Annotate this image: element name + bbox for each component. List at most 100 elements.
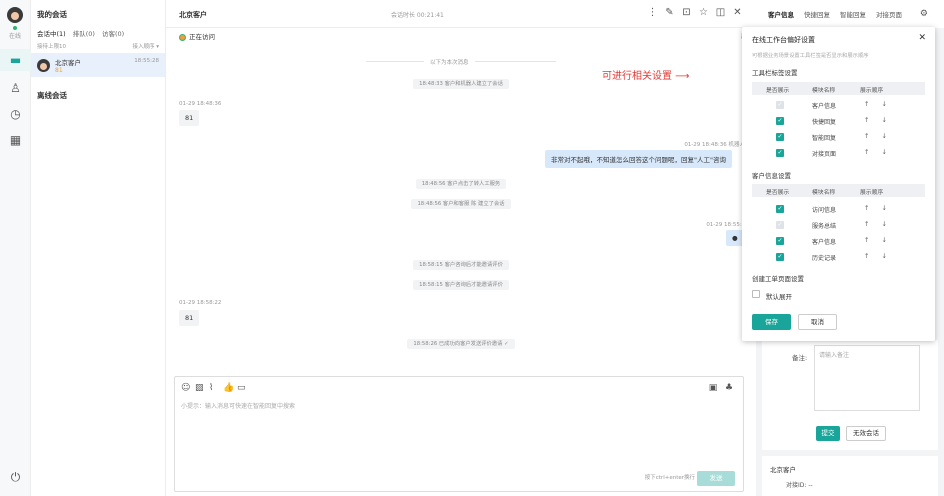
checkbox-checked[interactable]: ✓ xyxy=(776,253,784,261)
default-expand-checkbox[interactable] xyxy=(752,290,760,298)
save-button[interactable]: 保存 xyxy=(752,314,791,330)
online-status-label[interactable]: 在线 xyxy=(0,31,30,40)
lock-icon[interactable]: ⊡ xyxy=(678,7,695,18)
tab-smart-reply[interactable]: 智能回复 xyxy=(840,9,866,19)
system-message: 18:58:15 客户咨询后才能邀请评价 xyxy=(166,260,756,270)
module-name: 客户信息 xyxy=(812,239,837,246)
header-order: 展示顺序 xyxy=(860,190,884,196)
user-icon[interactable]: ♙ xyxy=(0,77,31,99)
list-subheader: 接待上限10 接入顺序 ▾ xyxy=(37,42,159,50)
quick-reply-icon[interactable]: ▣ xyxy=(705,383,721,393)
attachment-icon[interactable]: ⌇ xyxy=(209,383,223,393)
star-icon[interactable]: ☆ xyxy=(695,7,712,18)
preferences-popup: 在线工作台偏好设置 ✕ 可根据业务场景设置工具栏签是否显示和展示顺序 工具栏标签… xyxy=(742,27,935,341)
checkbox-checked[interactable]: ✓ xyxy=(776,117,784,125)
chat-title: 北京客户 xyxy=(179,11,207,19)
tab-in-session[interactable]: 会话中(1) xyxy=(37,28,66,38)
clock-icon[interactable]: ◷ xyxy=(0,103,31,125)
header-actions: ⋮ ✎ ⊡ ☆ ◫ ✕ xyxy=(644,7,746,18)
customer-info-settings-title: 客户信息设置 xyxy=(752,172,791,180)
checkbox-checked[interactable]: ✓ xyxy=(776,205,784,213)
order-arrows-icon[interactable]: ↑ ↓ xyxy=(864,148,892,156)
cancel-button[interactable]: 取消 xyxy=(798,314,837,330)
invalid-session-button[interactable]: 无效会话 xyxy=(846,426,886,441)
chat-icon[interactable]: ▬ xyxy=(0,49,31,71)
message-input-box[interactable]: ☺ ▨ ⌇ 👍 ▭ ▣ ♣ 小提示：输入消息可快速在智能回复中搜索 按下ctrl… xyxy=(174,376,744,492)
header-module: 模块名称 xyxy=(812,88,836,94)
conversation-item[interactable]: 北京客户 81 18:55:28 xyxy=(31,53,165,77)
sort-order-dropdown[interactable]: 接入顺序 ▾ xyxy=(132,42,159,50)
order-arrows-icon[interactable]: ↑ ↓ xyxy=(864,220,892,228)
tab-connect-page[interactable]: 对接页面 xyxy=(876,9,902,19)
table-header: 是否展示 模块名称 展示顺序 xyxy=(752,184,925,197)
order-arrows-icon[interactable]: ↑ ↓ xyxy=(864,132,892,140)
table-row: ✓ 对接页面 ↑ ↓ xyxy=(752,146,925,161)
module-name: 访问信息 xyxy=(812,207,837,214)
send-button[interactable]: 发送 xyxy=(697,471,735,486)
reception-limit: 接待上限10 xyxy=(37,44,66,50)
customer-info-box: 北京客户 对接ID: -- xyxy=(762,456,938,496)
close-icon[interactable]: ✕ xyxy=(918,33,926,43)
system-message-text: 18:58:15 客户咨询后才能邀请评价 xyxy=(413,280,509,290)
order-arrows-icon[interactable]: ↑ ↓ xyxy=(864,252,892,260)
close-icon[interactable]: ✕ xyxy=(729,7,746,18)
robot-icon[interactable]: ♣ xyxy=(721,383,737,393)
power-icon[interactable]: ⏻ xyxy=(0,466,31,488)
module-name: 历史记录 xyxy=(812,255,837,262)
customer-message: 81 xyxy=(179,310,200,326)
settings-gear-icon[interactable]: ⚙ xyxy=(920,9,928,19)
toolbar-tab-settings-title: 工具栏标签设置 xyxy=(752,69,798,77)
my-sessions-title: 我的会话 xyxy=(37,10,67,19)
order-arrows-icon[interactable]: ↑ ↓ xyxy=(864,100,892,108)
visiting-status[interactable]: 正在访问 xyxy=(179,31,215,41)
image-icon[interactable]: ▨ xyxy=(195,383,209,393)
offline-sessions-title[interactable]: 离线会话 xyxy=(37,90,165,101)
system-message: 18:48:56 客户点击了转人工服务 xyxy=(166,179,756,189)
chat-header: 北京客户 会话时长 00:21:41 ⋮ ✎ ⊡ ☆ ◫ ✕ xyxy=(166,0,756,28)
system-message-text: 18:58:26 已成功向客户发送评价邀请 ✓ xyxy=(407,339,515,349)
customer-message: 81 xyxy=(179,110,200,126)
edit-icon[interactable]: ✎ xyxy=(661,7,678,18)
submit-button[interactable]: 提交 xyxy=(816,426,840,441)
tab-queue[interactable]: 排队(0) xyxy=(73,28,95,38)
message-time: 01-29 18:48:36 xyxy=(179,101,222,107)
session-duration: 会话时长 00:21:41 xyxy=(391,12,444,19)
annotation-callout: 可进行相关设置 ⟶ xyxy=(602,71,690,82)
system-message: 18:48:56 客户和客服 陈 建立了会话 xyxy=(166,199,756,209)
ticket-page-settings-title: 创建工单页面设置 xyxy=(752,275,804,283)
order-arrows-icon[interactable]: ↑ ↓ xyxy=(864,204,892,212)
robot-message: 非常对不起哦，不知道怎么回答这个问题呢，回复"人工"咨询 xyxy=(545,150,732,168)
emoji-icon[interactable]: ☺ xyxy=(181,383,195,393)
customer-id: 对接ID: -- xyxy=(786,482,813,489)
app-root: 在线 ▬ ♙ ◷ ▦ ⏻ 我的会话 会话中(1) 排队(0) 访客(0) 接待上… xyxy=(0,0,944,496)
apps-icon[interactable]: ▦ xyxy=(0,129,31,151)
screenshot-icon[interactable]: ▭ xyxy=(237,383,251,393)
popup-title: 在线工作台偏好设置 xyxy=(752,36,815,44)
module-name: 客户信息 xyxy=(812,103,837,110)
order-arrows-icon[interactable]: ↑ ↓ xyxy=(864,236,892,244)
send-shortcut-hint: 按下ctrl+enter换行 xyxy=(644,475,695,481)
module-name: 服务总结 xyxy=(812,223,837,230)
customer-avatar xyxy=(37,58,50,72)
order-arrows-icon[interactable]: ↑ ↓ xyxy=(864,116,892,124)
transfer-icon[interactable]: ◫ xyxy=(712,7,729,18)
online-status-dot xyxy=(13,26,17,30)
input-placeholder-hint[interactable]: 小提示：输入消息可快速在智能回复中搜索 xyxy=(181,401,295,410)
checkbox-disabled: ✓ xyxy=(776,101,784,109)
header-show: 是否展示 xyxy=(766,88,790,94)
system-message-text: 18:48:56 客户和客服 陈 建立了会话 xyxy=(411,199,511,209)
tab-customer-info[interactable]: 客户信息 xyxy=(768,9,794,19)
conversation-list: 我的会话 会话中(1) 排队(0) 访客(0) 接待上限10 接入顺序 ▾ 北京… xyxy=(31,0,166,496)
agent-avatar[interactable] xyxy=(7,7,23,23)
tab-visitors[interactable]: 访客(0) xyxy=(102,28,124,38)
checkbox-checked[interactable]: ✓ xyxy=(776,133,784,141)
thumbs-up-icon[interactable]: 👍 xyxy=(223,383,237,393)
checkbox-disabled: ✓ xyxy=(776,221,784,229)
checkbox-checked[interactable]: ✓ xyxy=(776,149,784,157)
tab-quick-reply[interactable]: 快捷回复 xyxy=(804,9,830,19)
checkbox-checked[interactable]: ✓ xyxy=(776,237,784,245)
more-icon[interactable]: ⋮ xyxy=(644,7,661,18)
note-label: 备注: xyxy=(792,354,808,362)
note-input[interactable]: 请输入备注 xyxy=(814,345,920,411)
table-row: ✓ 访问信息 ↑ ↓ xyxy=(752,202,925,217)
